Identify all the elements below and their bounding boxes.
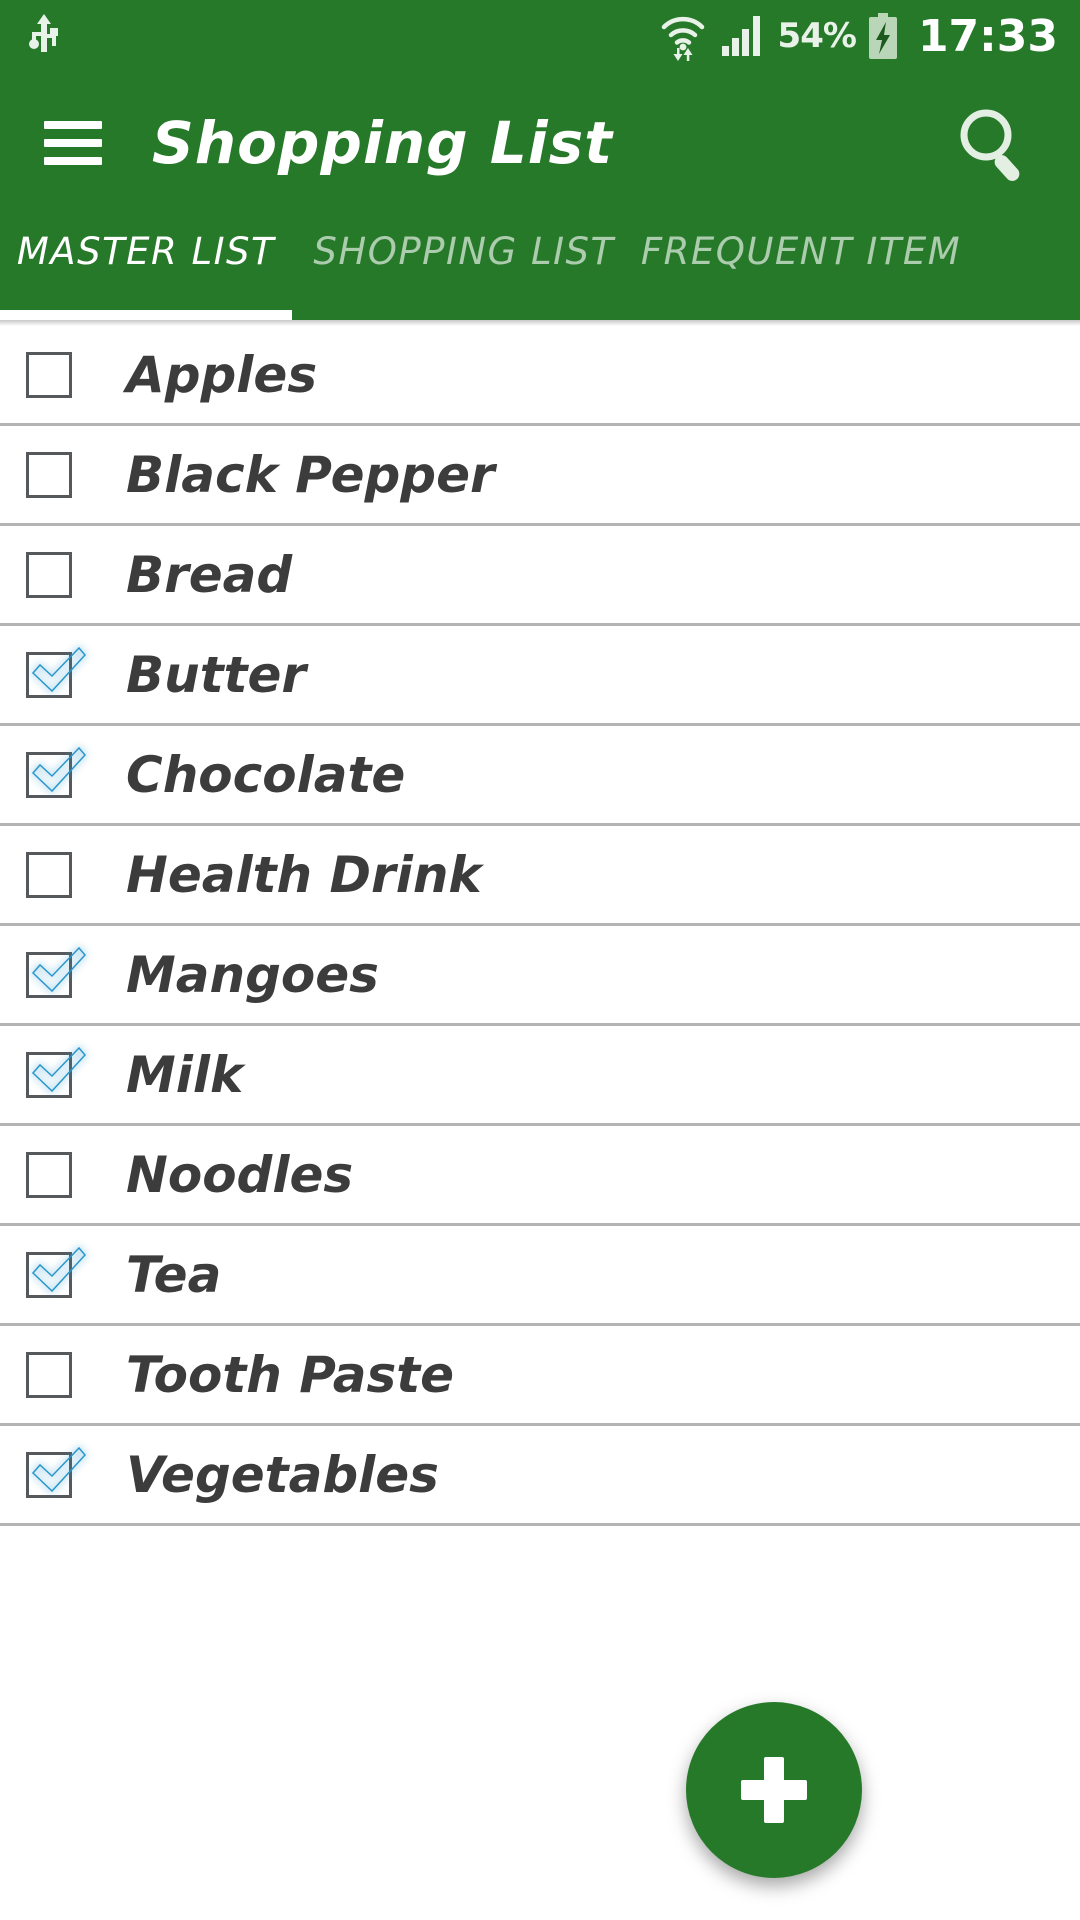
list-item-label: Tooth Paste xyxy=(126,1345,455,1404)
list-item-label: Mangoes xyxy=(126,945,379,1004)
checkmark-icon xyxy=(22,934,94,1002)
tab-shopping-list[interactable]: SHOPPING LIST xyxy=(292,224,636,273)
status-bar: 54% 17:33 xyxy=(0,0,1080,72)
clock-label: 17:33 xyxy=(917,10,1058,62)
tab-label: FREQUENT ITEM xyxy=(640,230,962,273)
checkbox-unchecked[interactable] xyxy=(26,1151,72,1198)
usb-icon xyxy=(26,14,62,58)
checkbox-unchecked[interactable] xyxy=(26,451,72,498)
list-item-label: Vegetables xyxy=(126,1445,439,1504)
list-item-label: Milk xyxy=(126,1045,244,1104)
list-item-label: Bread xyxy=(126,545,293,604)
hamburger-bar xyxy=(44,121,102,129)
wifi-icon xyxy=(660,11,706,61)
checkmark-icon xyxy=(22,1034,94,1102)
list-item[interactable]: Tooth Paste xyxy=(0,1326,1080,1426)
checkbox-box xyxy=(26,351,72,398)
checkmark-icon xyxy=(22,1434,94,1502)
list-item[interactable]: Black Pepper xyxy=(0,426,1080,526)
checkbox-checked[interactable] xyxy=(26,646,87,698)
checkbox-checked[interactable] xyxy=(26,746,87,798)
checkbox-box xyxy=(26,1351,72,1398)
list-item[interactable]: Tea xyxy=(0,1226,1080,1326)
battery-percent-label: 54% xyxy=(777,16,857,56)
checkbox-checked[interactable] xyxy=(26,946,87,998)
list-item-label: Tea xyxy=(126,1245,222,1304)
page-title: Shopping List xyxy=(152,109,613,177)
checkbox-unchecked[interactable] xyxy=(26,851,72,898)
add-item-fab[interactable] xyxy=(686,1702,862,1878)
list-item[interactable]: Health Drink xyxy=(0,826,1080,926)
list-item-label: Noodles xyxy=(126,1145,354,1204)
tab-active-indicator xyxy=(0,310,292,320)
checkbox-checked[interactable] xyxy=(26,1446,87,1498)
checkbox-unchecked[interactable] xyxy=(26,551,72,598)
list-item-label: Butter xyxy=(126,645,307,704)
checkbox-checked[interactable] xyxy=(26,1246,87,1298)
list-item[interactable]: Apples xyxy=(0,326,1080,426)
tab-bar: MASTER LIST SHOPPING LIST FREQUENT ITEM xyxy=(0,214,1080,320)
list-item-label: Chocolate xyxy=(126,745,406,804)
checkbox-unchecked[interactable] xyxy=(26,351,72,398)
tab-label: MASTER LIST xyxy=(16,230,276,273)
plus-icon xyxy=(741,1757,807,1823)
list-item[interactable]: Noodles xyxy=(0,1126,1080,1226)
battery-charging-icon xyxy=(866,13,900,59)
checkbox-checked[interactable] xyxy=(26,1046,87,1098)
list-item[interactable]: Bread xyxy=(0,526,1080,626)
checkbox-box xyxy=(26,551,72,598)
checkmark-icon xyxy=(22,1234,94,1302)
tab-master-list[interactable]: MASTER LIST xyxy=(0,224,292,273)
list-item[interactable]: Mangoes xyxy=(0,926,1080,1026)
signal-bars-icon xyxy=(720,14,764,58)
hamburger-menu-icon[interactable] xyxy=(44,121,102,165)
hamburger-bar xyxy=(44,139,102,147)
app-bar: Shopping List xyxy=(0,72,1080,214)
list-item-label: Apples xyxy=(126,345,318,404)
list-item[interactable]: Butter xyxy=(0,626,1080,726)
checkbox-unchecked[interactable] xyxy=(26,1351,72,1398)
master-list: Apples Black Pepper Bread Butter Chocolate He… xyxy=(0,326,1080,1526)
status-bar-left xyxy=(26,14,62,58)
list-item-label: Health Drink xyxy=(126,845,482,904)
checkbox-box xyxy=(26,851,72,898)
status-bar-right: 54% 17:33 xyxy=(660,11,1058,62)
list-item-label: Black Pepper xyxy=(126,445,495,504)
tab-label: SHOPPING LIST xyxy=(313,230,615,273)
checkbox-box xyxy=(26,451,72,498)
search-icon[interactable] xyxy=(948,97,1040,189)
checkbox-box xyxy=(26,1151,72,1198)
hamburger-bar xyxy=(44,157,102,165)
checkmark-icon xyxy=(22,634,94,702)
list-item[interactable]: Chocolate xyxy=(0,726,1080,826)
tab-frequent-item[interactable]: FREQUENT ITEM xyxy=(636,224,966,273)
list-item[interactable]: Vegetables xyxy=(0,1426,1080,1526)
list-item[interactable]: Milk xyxy=(0,1026,1080,1126)
checkmark-icon xyxy=(22,734,94,802)
